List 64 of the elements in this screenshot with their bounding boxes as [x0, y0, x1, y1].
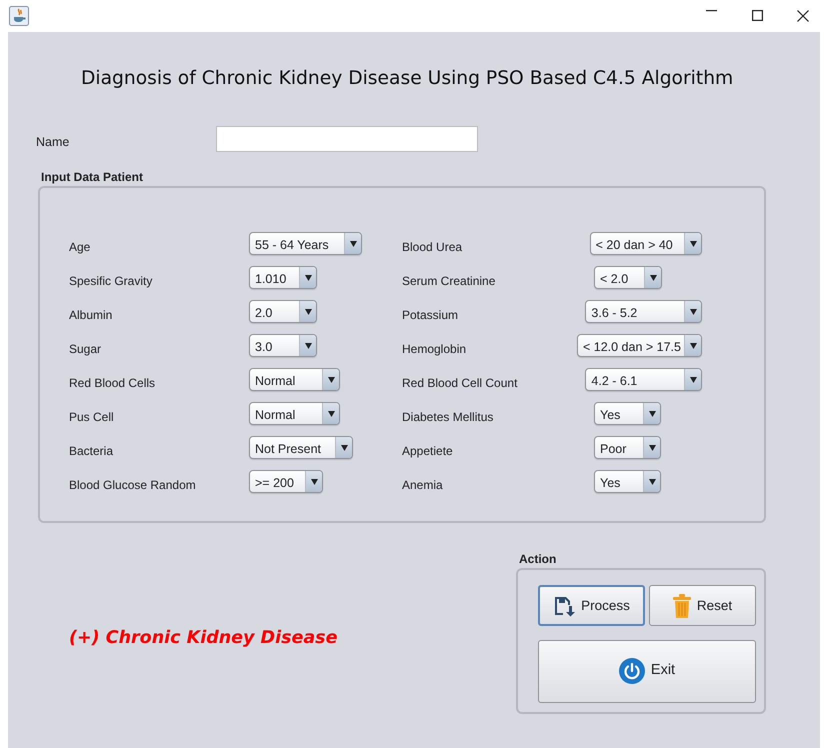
caret-icon[interactable]: [350, 240, 356, 247]
field-label: Bacteria: [69, 443, 114, 460]
field-label: Potassium: [402, 307, 460, 324]
diagnosis-result: (+) Chronic Kidney Disease: [69, 627, 338, 650]
dropdown[interactable]: < 2.0: [594, 266, 662, 290]
field-label: Name: [36, 134, 70, 152]
dropdown[interactable]: Yes: [594, 470, 661, 494]
caret-icon[interactable]: [304, 342, 312, 349]
caret-icon[interactable]: [304, 274, 312, 281]
dropdown[interactable]: < 20 dan > 40: [590, 232, 702, 256]
app-icon: [9, 6, 29, 26]
maximize-icon[interactable]: [752, 10, 762, 21]
caret-icon[interactable]: [310, 478, 318, 485]
caret-icon[interactable]: [690, 376, 696, 383]
close-icon[interactable]: [797, 10, 809, 22]
caret-icon[interactable]: [690, 342, 696, 349]
minimize-icon[interactable]: [706, 10, 716, 12]
dropdown[interactable]: >= 200: [249, 470, 323, 494]
dropdown[interactable]: 2.0: [249, 300, 317, 324]
field-label: Sugar: [69, 341, 102, 358]
field-label: Blood Glucose Random: [69, 477, 197, 494]
dropdown[interactable]: Normal: [249, 368, 340, 392]
field-label: Pus Cell: [69, 409, 115, 426]
caret-icon[interactable]: [650, 274, 656, 281]
dropdown[interactable]: Poor: [594, 436, 661, 460]
field-label: Age: [69, 239, 92, 256]
dropdown[interactable]: Not Present: [249, 436, 353, 460]
dropdown[interactable]: 55 - 64 Years: [249, 232, 362, 256]
save-icon: [553, 594, 576, 617]
caret-icon[interactable]: [690, 308, 696, 315]
field-label: Appetiete: [402, 443, 454, 460]
caret-icon[interactable]: [648, 410, 656, 417]
field-label: Serum Creatinine: [402, 273, 496, 290]
field-label: Anemia: [402, 477, 444, 494]
caret-icon[interactable]: [328, 376, 334, 383]
panel-title: Input Data Patient: [41, 171, 144, 184]
dropdown[interactable]: < 12.0 dan > 17.5: [576, 334, 702, 358]
dropdown[interactable]: 4.2 - 6.1: [585, 368, 702, 392]
caret-icon[interactable]: [328, 410, 334, 417]
power-icon: [618, 658, 645, 684]
caret-icon[interactable]: [648, 444, 656, 451]
caret-icon[interactable]: [340, 444, 348, 451]
dropdown[interactable]: Normal: [249, 402, 340, 426]
field-label: Spesific Gravity: [69, 273, 154, 290]
name-input-field[interactable]: [216, 126, 478, 152]
field-label: Red Blood Cells: [69, 375, 156, 392]
exit-button[interactable]: Exit: [538, 640, 756, 703]
panel-title: Action: [519, 553, 558, 566]
caret-icon[interactable]: [690, 240, 696, 247]
process-button[interactable]: Process: [538, 585, 645, 626]
app-heading: Diagnosis of Chronic Kidney Disease Using PSO Based C4.5 Algorithm: [81, 67, 734, 91]
dropdown[interactable]: 3.0: [249, 334, 317, 358]
trash-icon: [672, 594, 691, 618]
field-label: Blood Urea: [402, 239, 464, 256]
field-label: Red Blood Cell Count: [402, 375, 518, 392]
dropdown[interactable]: 1.010: [249, 266, 317, 290]
dropdown[interactable]: 3.6 - 5.2: [585, 300, 702, 324]
reset-button[interactable]: Reset: [649, 585, 756, 626]
dropdown[interactable]: Yes: [594, 402, 661, 426]
field-label: Albumin: [69, 307, 114, 324]
caret-icon[interactable]: [648, 478, 656, 485]
field-label: Hemoglobin: [402, 341, 468, 358]
field-label: Diabetes Mellitus: [402, 409, 494, 426]
caret-icon[interactable]: [304, 308, 312, 315]
